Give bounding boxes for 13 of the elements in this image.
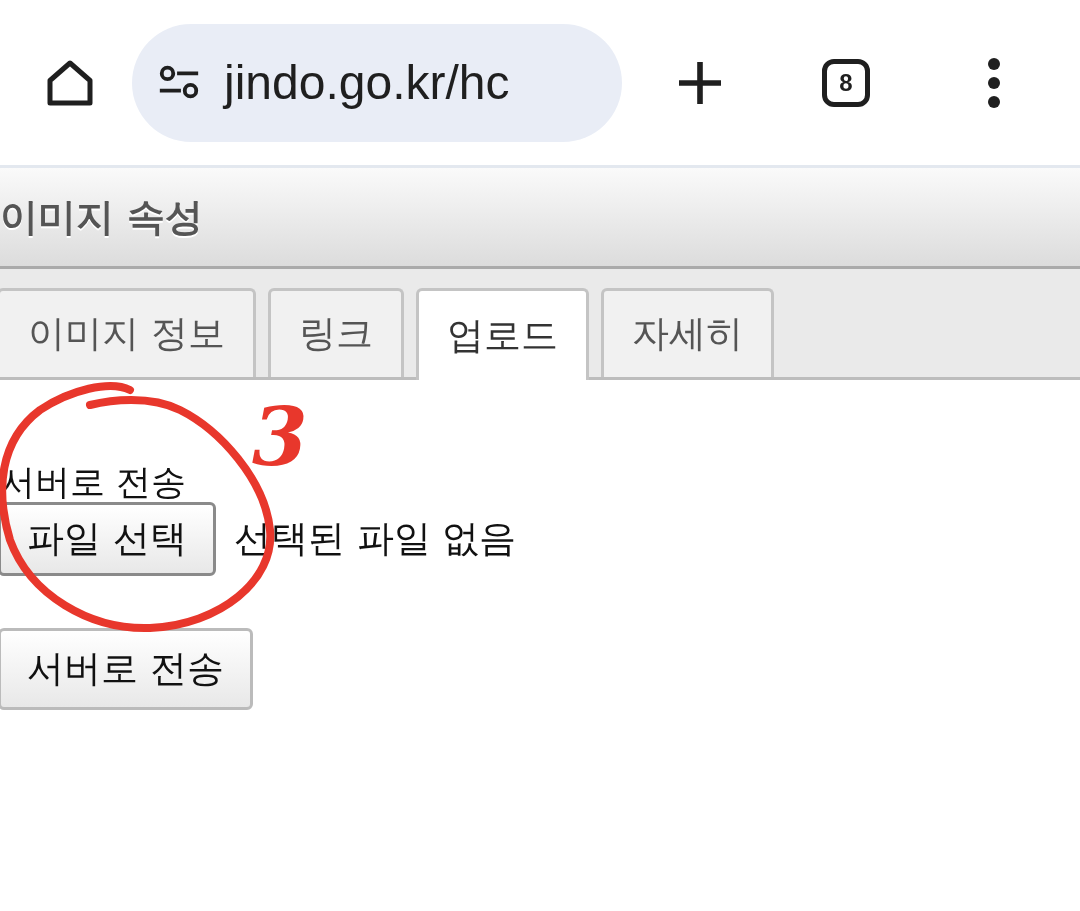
dialog-tab[interactable]: 이미지 정보 xyxy=(0,288,256,377)
tab-count-button[interactable]: 8 xyxy=(822,58,870,107)
annotation-number: 3 xyxy=(252,390,308,484)
address-bar[interactable]: jindo.go.kr/hc xyxy=(132,23,622,142)
dialog-title: 이미지 속성 xyxy=(0,193,204,241)
send-to-server-button[interactable]: 서버로 전송 xyxy=(0,628,253,710)
choose-file-button[interactable]: 파일 선택 xyxy=(0,502,216,576)
url-text: jindo.go.kr/hc xyxy=(224,55,510,110)
upload-label: 서버로 전송 xyxy=(0,462,188,502)
dialog-tab[interactable]: 업로드 xyxy=(415,288,589,380)
dialog-tab[interactable]: 링크 xyxy=(267,288,404,377)
menu-icon[interactable] xyxy=(986,56,1002,109)
dialog-tab[interactable]: 자세히 xyxy=(600,288,774,377)
